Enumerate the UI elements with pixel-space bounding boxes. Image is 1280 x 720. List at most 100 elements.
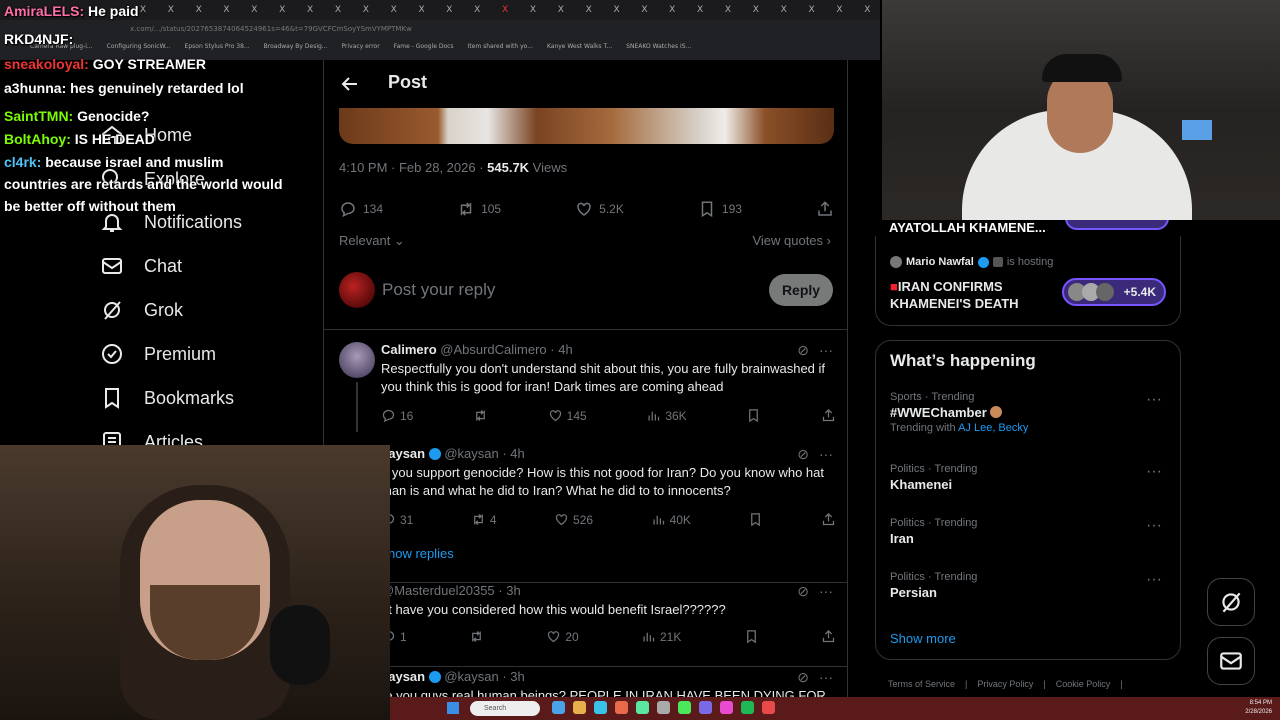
- trend-item[interactable]: Politics · Trending Iran ···: [890, 517, 1170, 546]
- browser-tab[interactable]: X: [520, 3, 546, 17]
- browser-tab[interactable]: X: [771, 3, 797, 17]
- bookmark-button[interactable]: [746, 408, 761, 423]
- browser-tab[interactable]: X: [409, 3, 435, 17]
- taskbar-clock[interactable]: 8:54 PM 2/28/2026: [1245, 699, 1272, 717]
- more-icon[interactable]: ···: [819, 446, 833, 463]
- more-icon[interactable]: ···: [1146, 391, 1162, 409]
- more-icon[interactable]: ···: [819, 342, 833, 359]
- reply-tweet[interactable]: kaysan @kaysan · 3h ⊘ ··· re you guys rea…: [324, 666, 847, 703]
- bookmark-link[interactable]: Item shared with yo...: [468, 43, 533, 57]
- avatar[interactable]: [339, 272, 375, 308]
- grok-icon[interactable]: ⊘: [797, 669, 809, 686]
- more-icon[interactable]: ···: [1146, 517, 1162, 535]
- browser-tab[interactable]: X: [659, 3, 685, 17]
- browser-tab[interactable]: X: [687, 3, 713, 17]
- browser-tab[interactable]: X: [576, 3, 602, 17]
- browser-tab[interactable]: X: [604, 3, 630, 17]
- browser-tab[interactable]: X: [631, 3, 657, 17]
- reply-button[interactable]: 16: [381, 408, 413, 423]
- reply-button[interactable]: 134: [339, 200, 383, 218]
- app-icon[interactable]: [720, 701, 733, 714]
- messages-fab-button[interactable]: [1207, 637, 1255, 685]
- like-button[interactable]: 526: [554, 512, 593, 527]
- app-icon[interactable]: [741, 701, 754, 714]
- bookmark-button[interactable]: 193: [698, 200, 742, 218]
- nav-premium[interactable]: Premium: [100, 342, 216, 366]
- share-button[interactable]: [821, 512, 836, 527]
- trend-with-links[interactable]: AJ Lee, Becky: [958, 422, 1028, 434]
- app-icon[interactable]: [594, 701, 607, 714]
- bookmark-link[interactable]: SNEAKO Watches IS...: [626, 43, 691, 57]
- repost-button[interactable]: [469, 629, 484, 644]
- browser-tab[interactable]: X: [854, 3, 880, 17]
- repost-button[interactable]: 4: [471, 512, 497, 527]
- trend-item[interactable]: Politics · Trending Persian ···: [890, 571, 1170, 600]
- browser-tab[interactable]: X: [381, 3, 407, 17]
- app-icon[interactable]: [699, 701, 712, 714]
- views-button[interactable]: 36K: [646, 408, 687, 423]
- reply-submit-button[interactable]: Reply: [769, 274, 833, 306]
- browser-tab[interactable]: X: [353, 3, 379, 17]
- like-button[interactable]: 5.2K: [575, 200, 624, 218]
- nav-grok[interactable]: Grok: [100, 298, 183, 322]
- app-icon[interactable]: [636, 701, 649, 714]
- share-button[interactable]: [821, 629, 836, 644]
- browser-tab[interactable]: X: [548, 3, 574, 17]
- like-button[interactable]: 20: [546, 629, 579, 644]
- trend-item[interactable]: Sports · Trending #WWEChamber Trending w…: [890, 391, 1170, 434]
- nav-chat[interactable]: Chat: [100, 254, 182, 278]
- back-arrow-icon[interactable]: [340, 74, 360, 94]
- views-button[interactable]: 40K: [651, 512, 691, 527]
- views-button[interactable]: 21K: [641, 629, 681, 644]
- reply-sort-dropdown[interactable]: Relevant ⌄: [339, 233, 405, 249]
- live-space-card[interactable]: AYATOLLAH KHAMENE...: [875, 214, 1181, 235]
- footer-link[interactable]: Privacy Policy: [977, 679, 1033, 689]
- app-icon[interactable]: [678, 701, 691, 714]
- reply-author[interactable]: kaysan @kaysan · 4h: [381, 446, 525, 461]
- bookmark-button[interactable]: [744, 629, 759, 644]
- app-icon[interactable]: [573, 701, 586, 714]
- browser-tab[interactable]: X: [799, 3, 825, 17]
- app-icon[interactable]: [657, 701, 670, 714]
- nav-bookmarks[interactable]: Bookmarks: [100, 386, 234, 410]
- more-icon[interactable]: ···: [1146, 571, 1162, 589]
- grok-icon[interactable]: ⊘: [797, 446, 809, 463]
- trend-item[interactable]: Politics · Trending Khamenei ···: [890, 463, 1170, 492]
- show-more-link[interactable]: Show more: [890, 631, 956, 646]
- share-button[interactable]: [821, 408, 836, 423]
- bookmark-link[interactable]: Fame - Google Docs: [394, 43, 454, 57]
- avatar[interactable]: [339, 342, 375, 378]
- share-button[interactable]: [816, 200, 834, 218]
- bookmark-link[interactable]: Kanye West Walks T...: [547, 43, 612, 57]
- more-icon[interactable]: ···: [1146, 463, 1162, 481]
- repost-button[interactable]: 105: [457, 200, 501, 218]
- browser-tab[interactable]: X: [826, 3, 852, 17]
- footer-link[interactable]: Terms of Service: [888, 679, 955, 689]
- app-icon[interactable]: [552, 701, 565, 714]
- grok-icon[interactable]: ⊘: [797, 583, 809, 600]
- windows-start-icon[interactable]: [447, 702, 459, 714]
- taskbar-search[interactable]: Search: [470, 701, 540, 716]
- grok-icon[interactable]: ⊘: [797, 342, 809, 359]
- footer-link[interactable]: Cookie Policy: [1056, 679, 1111, 689]
- reply-author[interactable]: @Masterduel20355 · 3h: [381, 583, 521, 598]
- more-icon[interactable]: ···: [819, 583, 833, 600]
- repost-button[interactable]: [473, 408, 488, 423]
- reply-author[interactable]: Calimero @AbsurdCalimero · 4h: [381, 342, 573, 357]
- more-icon[interactable]: ···: [819, 669, 833, 686]
- space-listeners-pill[interactable]: +5.4K: [1062, 278, 1166, 306]
- reply-input[interactable]: Post your reply: [382, 280, 495, 300]
- app-icon[interactable]: [762, 701, 775, 714]
- bookmark-button[interactable]: [748, 512, 763, 527]
- post-image[interactable]: [339, 108, 834, 144]
- browser-tab[interactable]: X: [492, 3, 518, 17]
- live-space-card[interactable]: Mario Nawfal is hosting ■IRAN CONFIRMS KH…: [875, 236, 1181, 326]
- browser-tab[interactable]: X: [743, 3, 769, 17]
- bookmark-link[interactable]: Privacy error: [342, 43, 380, 57]
- view-quotes-link[interactable]: View quotes ›: [752, 233, 831, 248]
- show-replies-link[interactable]: how replies: [388, 546, 454, 561]
- app-icon[interactable]: [615, 701, 628, 714]
- grok-fab-button[interactable]: [1207, 578, 1255, 626]
- browser-tab[interactable]: X: [715, 3, 741, 17]
- browser-tab[interactable]: X: [436, 3, 462, 17]
